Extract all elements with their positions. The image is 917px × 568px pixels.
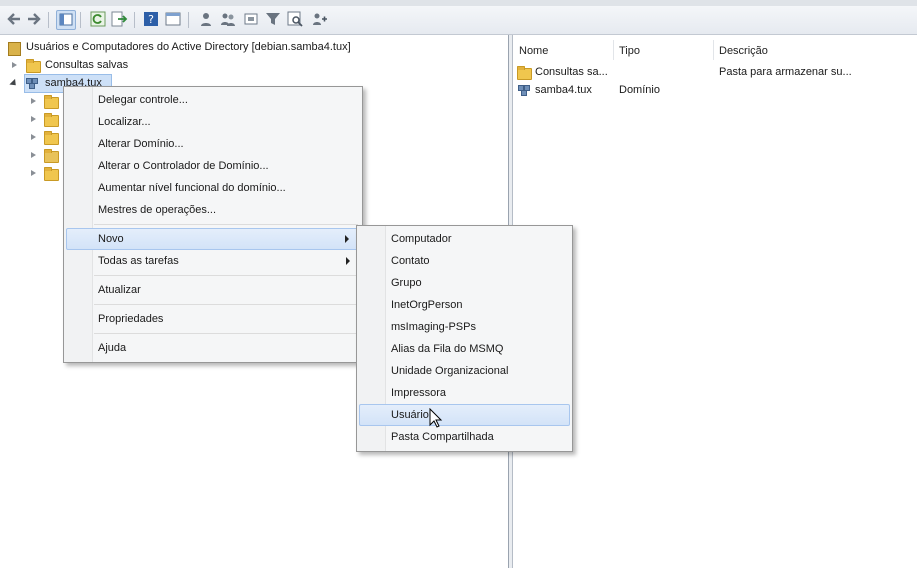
menu-item-new-label: Novo <box>98 233 124 245</box>
expand-arrow-icon[interactable] <box>12 62 17 68</box>
menu-item-refresh[interactable]: Atualizar <box>66 279 360 301</box>
tree-child-item[interactable] <box>26 147 66 164</box>
add-to-group-icon[interactable] <box>310 10 328 28</box>
folder-icon <box>44 167 59 181</box>
column-header-name[interactable]: Nome <box>519 43 548 59</box>
list-cell-name: samba4.tux <box>535 84 592 96</box>
toolbar-divider <box>134 12 135 28</box>
submenu-arrow-icon <box>345 235 349 243</box>
forward-icon[interactable] <box>25 10 43 28</box>
tree-child-item[interactable] <box>26 129 66 146</box>
submenu-arrow-icon <box>346 257 350 265</box>
new-submenu: Computador Contato Grupo InetOrgPerson m… <box>356 225 573 452</box>
expand-arrow-icon[interactable] <box>31 116 36 122</box>
menu-item-find[interactable]: Localizar... <box>66 111 360 133</box>
menu-item-help[interactable]: Ajuda <box>66 337 360 359</box>
tree-root-label: Usuários e Computadores do Active Direct… <box>26 41 351 53</box>
menu-item-change-domain-controller[interactable]: Alterar o Controlador de Domínio... <box>66 155 360 177</box>
list-pane[interactable]: Nome Tipo Descrição Consultas sa... Past… <box>513 35 917 568</box>
back-icon[interactable] <box>5 10 23 28</box>
list-row[interactable]: samba4.tux Domínio <box>517 82 907 99</box>
expand-arrow-icon[interactable] <box>31 134 36 140</box>
menu-item-operations-masters[interactable]: Mestres de operações... <box>66 199 360 221</box>
context-menu: Delegar controle... Localizar... Alterar… <box>63 86 363 363</box>
submenu-item-group[interactable]: Grupo <box>359 272 570 294</box>
expand-arrow-icon[interactable] <box>31 170 36 176</box>
expand-arrow-icon[interactable] <box>31 98 36 104</box>
menu-item-all-tasks-label: Todas as tarefas <box>98 255 179 267</box>
tree-item-label: Consultas salvas <box>45 59 129 71</box>
menu-separator <box>94 275 358 276</box>
menu-separator <box>94 224 358 225</box>
menu-item-raise-functional-level[interactable]: Aumentar nível funcional do domínio... <box>66 177 360 199</box>
column-header-description[interactable]: Descrição <box>719 43 768 59</box>
folder-icon <box>44 95 59 109</box>
show-tree-icon[interactable] <box>56 10 76 30</box>
list-cell-type: Domínio <box>619 84 660 96</box>
find-icon[interactable] <box>286 10 304 28</box>
ou-folder-icon <box>44 149 59 163</box>
submenu-item-inetorgperson[interactable]: InetOrgPerson <box>359 294 570 316</box>
folder-icon <box>517 66 532 80</box>
refresh-icon[interactable] <box>89 10 107 28</box>
menu-item-change-domain[interactable]: Alterar Domínio... <box>66 133 360 155</box>
submenu-item-printer[interactable]: Impressora <box>359 382 570 404</box>
menu-item-all-tasks[interactable]: Todas as tarefas <box>66 250 360 272</box>
toolbar-divider <box>80 12 81 28</box>
folder-icon <box>44 131 59 145</box>
folder-icon <box>44 113 59 127</box>
help-icon[interactable]: ? <box>142 10 160 28</box>
list-cell-description: Pasta para armazenar su... <box>719 66 852 78</box>
menu-separator <box>94 304 358 305</box>
toolbar-divider <box>188 12 189 28</box>
domain-icon <box>26 78 39 89</box>
new-ou-icon[interactable] <box>242 10 260 28</box>
column-divider[interactable] <box>613 40 614 60</box>
tree-child-item[interactable] <box>26 111 66 128</box>
menu-item-delegate-control[interactable]: Delegar controle... <box>66 89 360 111</box>
folder-icon <box>26 59 41 73</box>
filter-icon[interactable] <box>264 10 282 28</box>
tree-child-item[interactable] <box>26 165 66 182</box>
export-list-icon[interactable] <box>110 10 128 28</box>
menu-item-new[interactable]: Novo <box>66 228 360 250</box>
submenu-item-msimaging-psps[interactable]: msImaging-PSPs <box>359 316 570 338</box>
column-header-type[interactable]: Tipo <box>619 43 640 59</box>
toolbar: ? <box>0 6 917 35</box>
new-group-icon[interactable] <box>219 10 237 28</box>
mouse-pointer-icon <box>429 407 443 428</box>
new-user-icon[interactable] <box>197 10 215 28</box>
properties-icon[interactable] <box>164 10 182 28</box>
expand-arrow-icon[interactable] <box>31 152 36 158</box>
menu-separator <box>94 333 358 334</box>
submenu-item-user[interactable]: Usuário <box>359 404 570 426</box>
list-cell-name: Consultas sa... <box>535 66 608 78</box>
toolbar-divider <box>48 12 49 28</box>
submenu-item-organizational-unit[interactable]: Unidade Organizacional <box>359 360 570 382</box>
submenu-item-msmq-queue-alias[interactable]: Alias da Fila do MSMQ <box>359 338 570 360</box>
menu-item-properties[interactable]: Propriedades <box>66 308 360 330</box>
domain-icon <box>518 85 531 96</box>
submenu-item-computer[interactable]: Computador <box>359 228 570 250</box>
submenu-item-shared-folder[interactable]: Pasta Compartilhada <box>359 426 570 448</box>
list-row[interactable]: Consultas sa... Pasta para armazenar su.… <box>517 64 907 81</box>
svg-text:?: ? <box>148 13 154 26</box>
directory-book-icon <box>8 42 21 56</box>
tree-child-item[interactable] <box>26 93 66 110</box>
collapse-arrow-icon[interactable] <box>9 78 19 89</box>
submenu-item-contact[interactable]: Contato <box>359 250 570 272</box>
column-divider[interactable] <box>713 40 714 60</box>
